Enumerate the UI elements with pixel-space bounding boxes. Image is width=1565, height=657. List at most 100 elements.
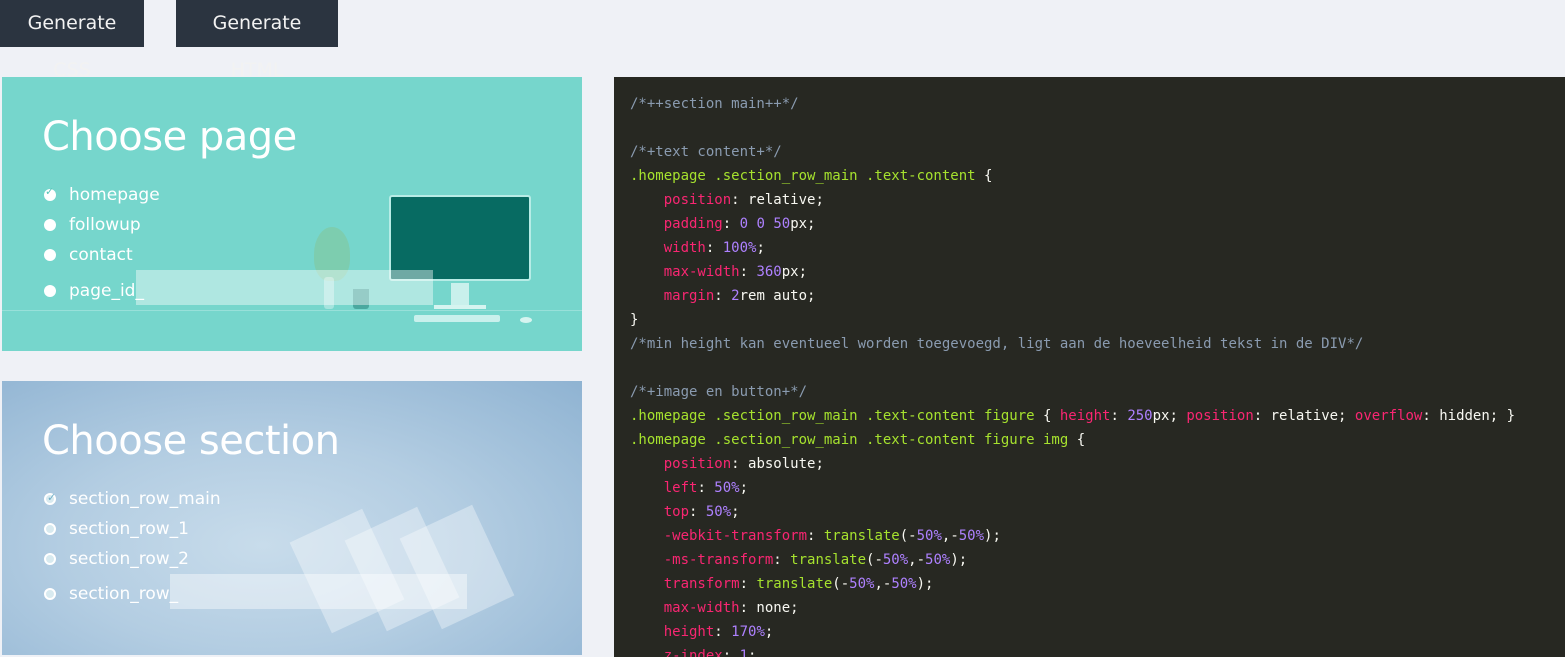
section-id-input[interactable]	[170, 574, 467, 609]
page-option-followup[interactable]: followup	[44, 214, 141, 236]
code-token: 50%	[849, 576, 875, 592]
page-id-input[interactable]	[136, 270, 433, 305]
code-line: max-width: none;	[630, 596, 1565, 620]
code-token: 2	[731, 288, 740, 304]
section-option-row-2[interactable]: section_row_2	[44, 548, 189, 570]
code-token: ;	[748, 648, 757, 657]
monitor-base-decoration	[434, 305, 486, 309]
code-line: padding: 0 0 50px;	[630, 212, 1565, 236]
code-token: ;	[731, 504, 740, 520]
radio-icon[interactable]	[44, 285, 56, 297]
page-option-homepage[interactable]: homepage	[44, 184, 160, 206]
code-token: );	[984, 528, 1001, 544]
code-line: position: absolute;	[630, 452, 1565, 476]
radio-icon[interactable]	[44, 523, 56, 535]
code-token: /*min height kan eventueel worden toegev…	[630, 336, 1364, 352]
code-line: -ms-transform: translate(-50%,-50%);	[630, 548, 1565, 572]
section-option-main[interactable]: section_row_main	[44, 488, 221, 510]
code-token: px;	[1152, 408, 1187, 424]
code-token: : hidden; }	[1422, 408, 1516, 424]
code-token: :	[739, 576, 757, 592]
code-token: ,-	[874, 576, 892, 592]
code-line: /*min height kan eventueel worden toegev…	[630, 332, 1565, 356]
code-token: ;	[739, 480, 749, 496]
code-token: .homepage .section_row_main .text-conten…	[630, 168, 976, 184]
code-token: :	[705, 240, 723, 256]
code-token: 0	[756, 216, 765, 232]
code-token: 100%	[722, 240, 757, 256]
radio-icon[interactable]	[44, 553, 56, 565]
code-token: :	[722, 216, 740, 232]
code-token: /*++section main++*/	[630, 96, 799, 112]
code-line: /*+text content+*/	[630, 140, 1565, 164]
choose-section-title: Choose section	[42, 418, 340, 464]
code-token: 50%	[705, 504, 732, 520]
code-token: :	[807, 528, 824, 544]
code-token: ,-	[941, 528, 959, 544]
code-token: .homepage .section_row_main .text-conten…	[630, 408, 1035, 424]
monitor-stand-decoration	[451, 283, 469, 307]
code-token: ,-	[908, 552, 926, 568]
code-line: margin: 2rem auto;	[630, 284, 1565, 308]
radio-icon[interactable]	[44, 249, 56, 261]
code-line: .homepage .section_row_main .text-conten…	[630, 164, 1565, 188]
code-token: :	[697, 480, 715, 496]
code-token: :	[1110, 408, 1128, 424]
generate-css-button[interactable]: Generate CSS	[0, 0, 144, 81]
code-token: rem auto;	[739, 288, 816, 304]
code-line: position: relative;	[630, 188, 1565, 212]
code-token: left	[663, 480, 698, 496]
page-option-page-id[interactable]: page_id_	[44, 280, 144, 302]
code-token: 50%	[925, 552, 951, 568]
code-token: 170%	[731, 624, 765, 640]
code-token: 250	[1127, 408, 1153, 424]
section-option-row-1[interactable]: section_row_1	[44, 518, 189, 540]
code-token: : relative;	[731, 192, 824, 208]
code-line: transform: translate(-50%,-50%);	[630, 572, 1565, 596]
radio-checked-icon[interactable]	[44, 185, 56, 201]
code-token: -webkit-transform	[663, 528, 808, 544]
code-line: width: 100%;	[630, 236, 1565, 260]
radio-icon[interactable]	[44, 588, 56, 600]
section-option-row-custom[interactable]: section_row_	[44, 583, 178, 605]
code-line: top: 50%;	[630, 500, 1565, 524]
code-token: (-	[832, 576, 850, 592]
monitor-decoration	[389, 195, 531, 281]
code-token: (-	[866, 552, 883, 568]
code-token: :	[739, 264, 757, 280]
choose-section-card: Choose section section_row_main section_…	[2, 381, 582, 655]
code-token: position	[663, 192, 732, 208]
option-label: section_row_main	[69, 489, 221, 509]
code-token: ;	[764, 624, 774, 640]
code-token: :	[714, 288, 732, 304]
radio-checked-icon[interactable]	[44, 491, 56, 505]
code-line: /*++section main++*/	[630, 92, 1565, 116]
radio-icon[interactable]	[44, 219, 56, 231]
page-option-contact[interactable]: contact	[44, 244, 133, 266]
code-token: }	[630, 312, 639, 328]
code-token: 0	[739, 216, 749, 232]
generate-html-button[interactable]: Generate HTML	[176, 0, 338, 81]
code-token: {	[1068, 432, 1086, 448]
option-label: homepage	[69, 185, 160, 205]
option-label: followup	[69, 215, 141, 235]
code-token: : absolute;	[731, 456, 824, 472]
code-token: 50	[773, 216, 791, 232]
code-token: 50%	[714, 480, 740, 496]
option-label: section_row_	[69, 584, 179, 604]
keyboard-decoration	[414, 315, 500, 322]
code-line: .homepage .section_row_main .text-conten…	[630, 428, 1565, 452]
code-token: 1	[739, 648, 749, 657]
code-token: overflow	[1354, 408, 1423, 424]
code-token: padding	[663, 216, 723, 232]
code-token: 50%	[891, 576, 917, 592]
generated-code-panel[interactable]: /*++section main++*/ /*+text content+*/ .h…	[614, 77, 1565, 657]
